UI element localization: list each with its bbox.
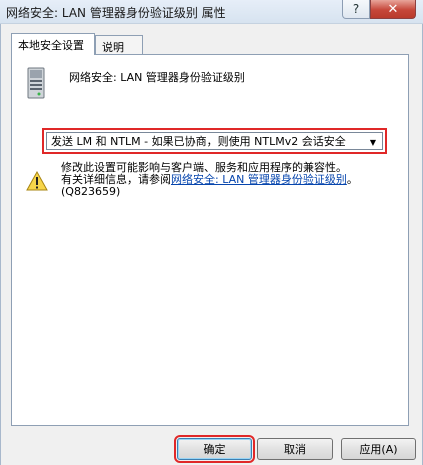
title-bar: 网络安全: LAN 管理器身份验证级别 属性 ? ✕	[0, 0, 423, 24]
dropdown-selected-value: 发送 LM 和 NTLM - 如果已协商，则使用 NTLMv2 会话安全	[51, 135, 346, 148]
auth-level-dropdown[interactable]: 发送 LM 和 NTLM - 如果已协商，则使用 NTLMv2 会话安全 ▼	[46, 132, 383, 150]
server-icon	[27, 67, 45, 99]
apply-button[interactable]: 应用(A)	[341, 438, 416, 460]
kb-reference: (Q823659)	[61, 185, 121, 198]
warning-line-2-suffix: 。	[346, 173, 358, 186]
help-button[interactable]: ?	[342, 0, 370, 19]
policy-name: 网络安全: LAN 管理器身份验证级别	[69, 71, 245, 84]
chevron-down-icon[interactable]: ▼	[370, 138, 376, 147]
window-title: 网络安全: LAN 管理器身份验证级别 属性	[6, 6, 226, 20]
tab-explain[interactable]: 说明	[95, 35, 143, 55]
auth-level-dropdown-highlight: 发送 LM 和 NTLM - 如果已协商，则使用 NTLMv2 会话安全 ▼	[42, 128, 387, 154]
tab-local-security-setting[interactable]: 本地安全设置	[11, 33, 95, 55]
warning-icon	[26, 171, 48, 191]
close-button[interactable]: ✕	[370, 0, 416, 19]
warning-text: 修改此设置可能影响与客户端、服务和应用程序的兼容性。 有关详细信息，请参阅网络安…	[61, 162, 391, 198]
ok-button[interactable]: 确定	[174, 435, 255, 463]
tab-panel: 网络安全: LAN 管理器身份验证级别 发送 LM 和 NTLM - 如果已协商…	[11, 54, 409, 426]
policy-help-link[interactable]: 网络安全: LAN 管理器身份验证级别	[171, 173, 347, 186]
cancel-button[interactable]: 取消	[257, 438, 333, 460]
